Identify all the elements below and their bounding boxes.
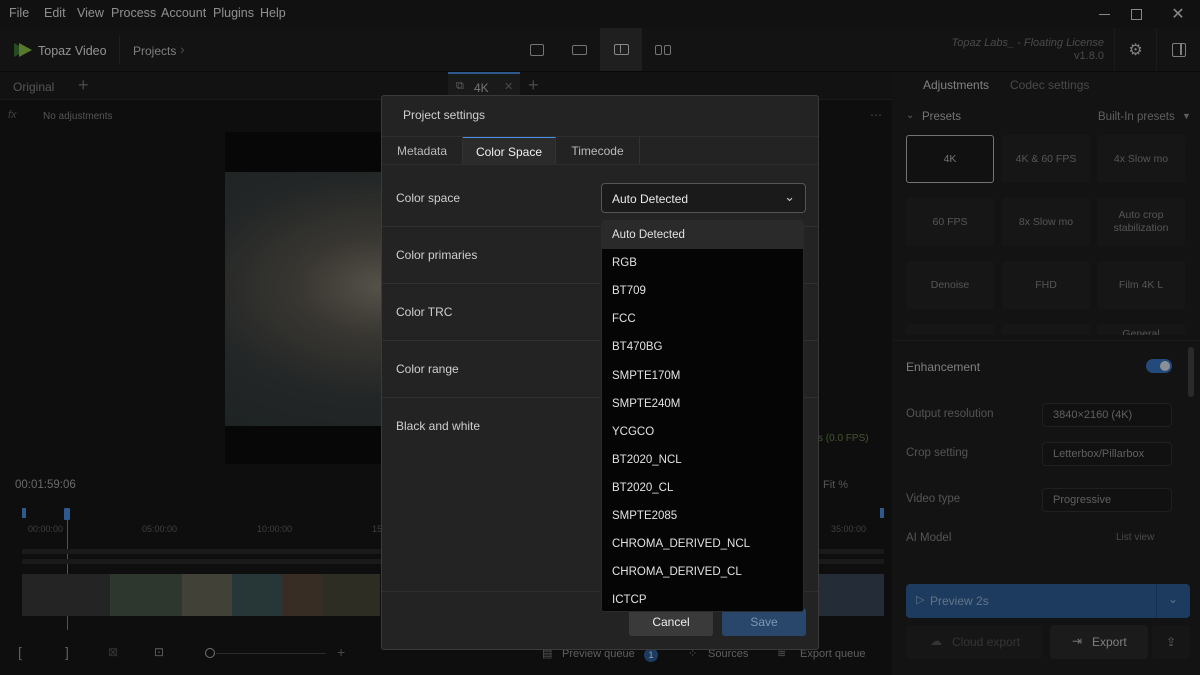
color-range-label: Color range [396, 362, 459, 376]
cancel-label: Cancel [652, 615, 690, 629]
dialog-title: Project settings [403, 108, 486, 122]
save-button[interactable]: Save [722, 608, 806, 636]
option-bt470bg[interactable]: BT470BG [602, 333, 803, 361]
save-label: Save [750, 615, 778, 629]
color-space-dropdown-list: Auto Detected RGB BT709 FCC BT470BG SMPT… [601, 220, 804, 612]
tab-timecode-label: Timecode [571, 144, 624, 158]
tab-color-space-label: Color Space [475, 144, 543, 159]
cancel-button[interactable]: Cancel [629, 608, 713, 636]
option-smpte240m[interactable]: SMPTE240M [602, 390, 803, 418]
chevron-down-icon: ⌄ [784, 189, 795, 204]
option-chroma-derived-ncl[interactable]: CHROMA_DERIVED_NCL [602, 530, 803, 558]
option-rgb[interactable]: RGB [602, 249, 803, 277]
color-trc-label: Color TRC [396, 305, 453, 319]
option-fcc[interactable]: FCC [602, 305, 803, 333]
color-space-label: Color space [396, 191, 461, 205]
option-bt2020-ncl[interactable]: BT2020_NCL [602, 446, 803, 474]
tab-metadata[interactable]: Metadata [382, 137, 463, 165]
tab-metadata-label: Metadata [396, 144, 448, 158]
option-auto-detected[interactable]: Auto Detected [602, 221, 803, 250]
option-smpte2085[interactable]: SMPTE2085 [602, 502, 803, 530]
option-ycgco[interactable]: YCGCO [602, 418, 803, 446]
option-bt2020-cl[interactable]: BT2020_CL [602, 474, 803, 502]
color-space-value: Auto Detected [612, 192, 689, 206]
divider [382, 164, 818, 165]
tab-timecode[interactable]: Timecode [556, 137, 640, 165]
option-chroma-derived-cl[interactable]: CHROMA_DERIVED_CL [602, 558, 803, 586]
color-space-select[interactable]: Auto Detected ⌄ [601, 183, 806, 213]
option-bt709[interactable]: BT709 [602, 277, 803, 305]
tab-color-space[interactable]: Color Space [463, 137, 556, 165]
option-smpte170m[interactable]: SMPTE170M [602, 361, 803, 389]
option-ictcp[interactable]: ICTCP [602, 586, 803, 611]
black-and-white-label: Black and white [396, 419, 481, 433]
color-primaries-label: Color primaries [396, 248, 478, 262]
